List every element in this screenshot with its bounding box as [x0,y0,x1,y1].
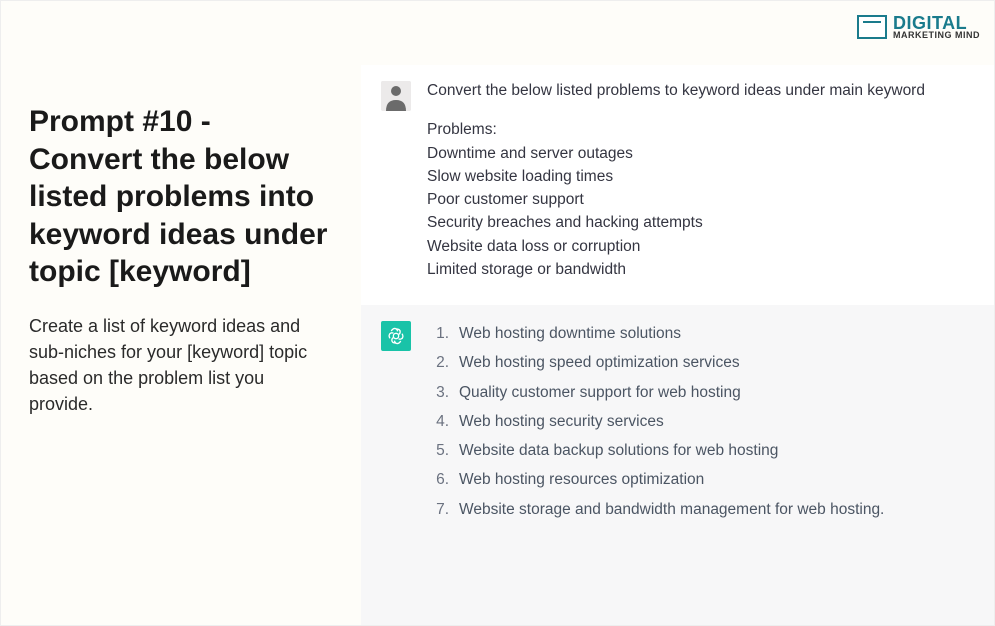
brand-logo-line1: DIGITAL [893,15,980,31]
user-prompt-intro: Convert the below listed problems to key… [427,79,970,102]
chat-message-user: Convert the below listed problems to key… [361,65,994,305]
chat-message-bot: Web hosting downtime solutions Web hosti… [361,305,994,625]
user-avatar-icon [381,81,411,111]
keyword-text: Web hosting security services [459,410,664,433]
bot-avatar-icon [381,321,411,351]
list-item: Web hosting downtime solutions [431,319,970,348]
list-item: Downtime and server outages [427,142,970,165]
problems-list: Downtime and server outages Slow website… [427,142,970,282]
bot-message-body: Web hosting downtime solutions Web hosti… [427,319,970,611]
keyword-text: Website data backup solutions for web ho… [459,439,778,462]
brand-logo-line2: MARKETING MIND [893,31,980,39]
list-item: Limited storage or bandwidth [427,258,970,281]
list-item: Website storage and bandwidth management… [431,495,970,524]
list-item: Web hosting speed optimization services [431,348,970,377]
list-item: Website data backup solutions for web ho… [431,436,970,465]
user-message-body: Convert the below listed problems to key… [427,79,970,281]
keyword-list: Web hosting downtime solutions Web hosti… [427,319,970,524]
list-item: Web hosting security services [431,407,970,436]
brand-logo-mark-icon [857,15,887,39]
keyword-text: Web hosting resources optimization [459,468,704,491]
prompt-title: Prompt #10 - Convert the below listed pr… [29,103,329,291]
chat-panel: Convert the below listed problems to key… [361,65,994,625]
list-item: Poor customer support [427,188,970,211]
list-item: Quality customer support for web hosting [431,378,970,407]
keyword-text: Website storage and bandwidth management… [459,498,884,521]
keyword-text: Web hosting speed optimization services [459,351,740,374]
list-item: Web hosting resources optimization [431,465,970,494]
brand-logo-text: DIGITAL MARKETING MIND [893,15,980,39]
keyword-text: Web hosting downtime solutions [459,322,681,345]
keyword-text: Quality customer support for web hosting [459,381,741,404]
page: DIGITAL MARKETING MIND Prompt #10 - Conv… [0,0,995,626]
list-item: Website data loss or corruption [427,235,970,258]
list-item: Slow website loading times [427,165,970,188]
left-panel: Prompt #10 - Convert the below listed pr… [29,103,329,417]
prompt-description: Create a list of keyword ideas and sub-n… [29,313,329,417]
brand-logo: DIGITAL MARKETING MIND [857,15,980,39]
list-item: Security breaches and hacking attempts [427,211,970,234]
problems-label: Problems: [427,118,970,141]
